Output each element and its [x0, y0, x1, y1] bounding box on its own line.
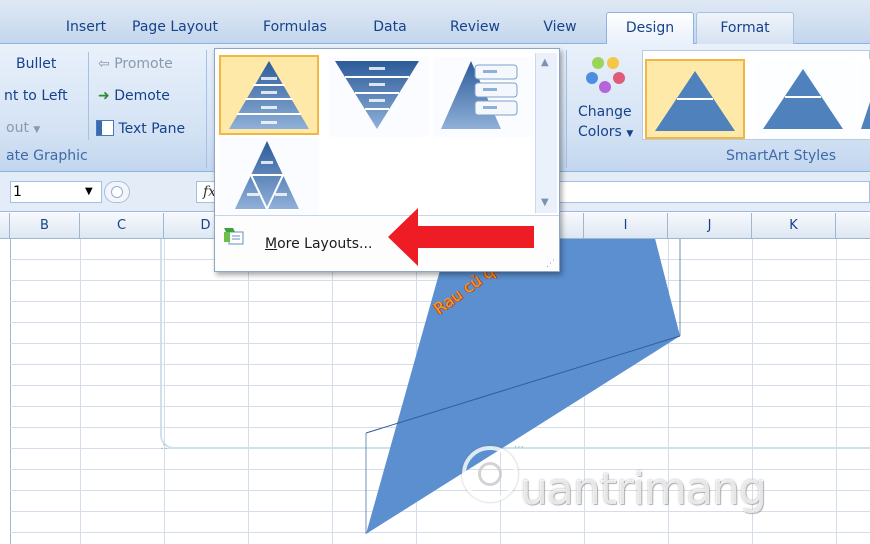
style-thumb-2[interactable]	[755, 59, 855, 139]
column-header-b[interactable]: B	[10, 213, 80, 239]
tab-format[interactable]: Format	[696, 12, 794, 44]
column-header-i[interactable]: I	[584, 213, 668, 239]
smartart-styles-gallery	[642, 50, 870, 140]
colors-label: Colors ▼	[578, 124, 633, 140]
promote-arrow-icon: ⇦	[98, 56, 110, 72]
smartart-styles-group-label: SmartArt Styles	[726, 148, 837, 164]
pyramid-style-icon	[861, 102, 870, 129]
style-thumb-3[interactable]	[859, 59, 870, 139]
column-header-j[interactable]: J	[668, 213, 752, 239]
text-pane-label: Text Pane	[118, 121, 186, 137]
text-pane-icon	[96, 120, 114, 136]
demote-arrow-icon: ➜	[98, 88, 110, 104]
row-header-corner[interactable]	[0, 213, 10, 239]
scroll-up-icon[interactable]: ▲	[541, 57, 549, 68]
ribbon-tab-bar: Insert Page Layout Formulas Data Review …	[0, 0, 870, 44]
layout-pyramid-list[interactable]	[433, 57, 533, 137]
pyramid-style-icon	[763, 69, 843, 129]
tab-insert[interactable]: Insert	[56, 16, 116, 40]
chevron-down-icon: ▼	[33, 125, 41, 135]
create-graphic-group-label: ate Graphic	[6, 148, 88, 164]
tab-page-layout[interactable]: Page Layout	[122, 16, 228, 40]
layout-basic-pyramid[interactable]	[219, 55, 319, 135]
change-colors-label: Change	[578, 104, 632, 120]
group-divider	[566, 50, 567, 168]
style-thumb-1[interactable]	[645, 59, 745, 139]
more-layouts-label: More Layouts...	[265, 236, 373, 252]
change-colors-button[interactable]: Change Colors ▼	[576, 52, 638, 144]
group-divider	[206, 50, 207, 168]
red-arrow-annotation	[416, 226, 534, 248]
chevron-down-icon: ▼	[626, 129, 634, 139]
tab-formulas[interactable]: Formulas	[250, 16, 340, 40]
pyramid-style-icon	[655, 71, 735, 131]
layout-segmented-pyramid[interactable]	[219, 137, 319, 217]
splitter-handle-icon	[111, 186, 123, 198]
segmented-pyramid-icon	[235, 141, 299, 210]
chevron-down-icon: ▼	[85, 186, 93, 197]
name-box-value: 1	[13, 184, 22, 200]
add-bullet-button[interactable]: Bullet	[16, 56, 56, 72]
demote-label: Demote	[114, 88, 170, 104]
more-layouts-icon	[223, 226, 245, 246]
resize-grip-icon[interactable]: ⋰	[546, 259, 555, 269]
demote-button[interactable]: ➜ Demote	[98, 88, 170, 104]
column-header-k[interactable]: K	[752, 213, 836, 239]
basic-pyramid-icon	[229, 61, 309, 129]
promote-label: Promote	[114, 56, 173, 72]
layout-button[interactable]: out ▼	[6, 120, 40, 136]
name-box[interactable]: 1 ▼	[10, 181, 102, 203]
column-header-l[interactable]	[836, 213, 870, 239]
tab-data[interactable]: Data	[360, 16, 420, 40]
layout-label: out	[6, 120, 29, 136]
column-header-c[interactable]: C	[80, 213, 164, 239]
right-to-left-button[interactable]: nt to Left	[4, 88, 68, 104]
tab-design[interactable]: Design	[606, 12, 694, 44]
colors-text: Colors	[578, 124, 622, 140]
pyramid-list-icon	[441, 61, 518, 129]
scroll-down-icon[interactable]: ▼	[541, 197, 549, 208]
inverted-pyramid-icon	[335, 61, 419, 129]
formula-splitter[interactable]	[104, 181, 130, 203]
layout-inverted-pyramid[interactable]	[329, 57, 429, 137]
red-arrow-head	[388, 208, 418, 266]
tab-review[interactable]: Review	[438, 16, 512, 40]
watermark-text: uantrimang	[520, 464, 767, 515]
text-pane-button[interactable]: Text Pane	[96, 120, 185, 137]
promote-button[interactable]: ⇦ Promote	[98, 56, 173, 72]
tab-view[interactable]: View	[526, 16, 594, 40]
color-dots-icon	[586, 57, 625, 93]
gallery-scrollbar[interactable]: ▲ ▼	[535, 53, 557, 213]
watermark-logo-icon	[462, 446, 518, 502]
button-divider	[88, 52, 89, 140]
